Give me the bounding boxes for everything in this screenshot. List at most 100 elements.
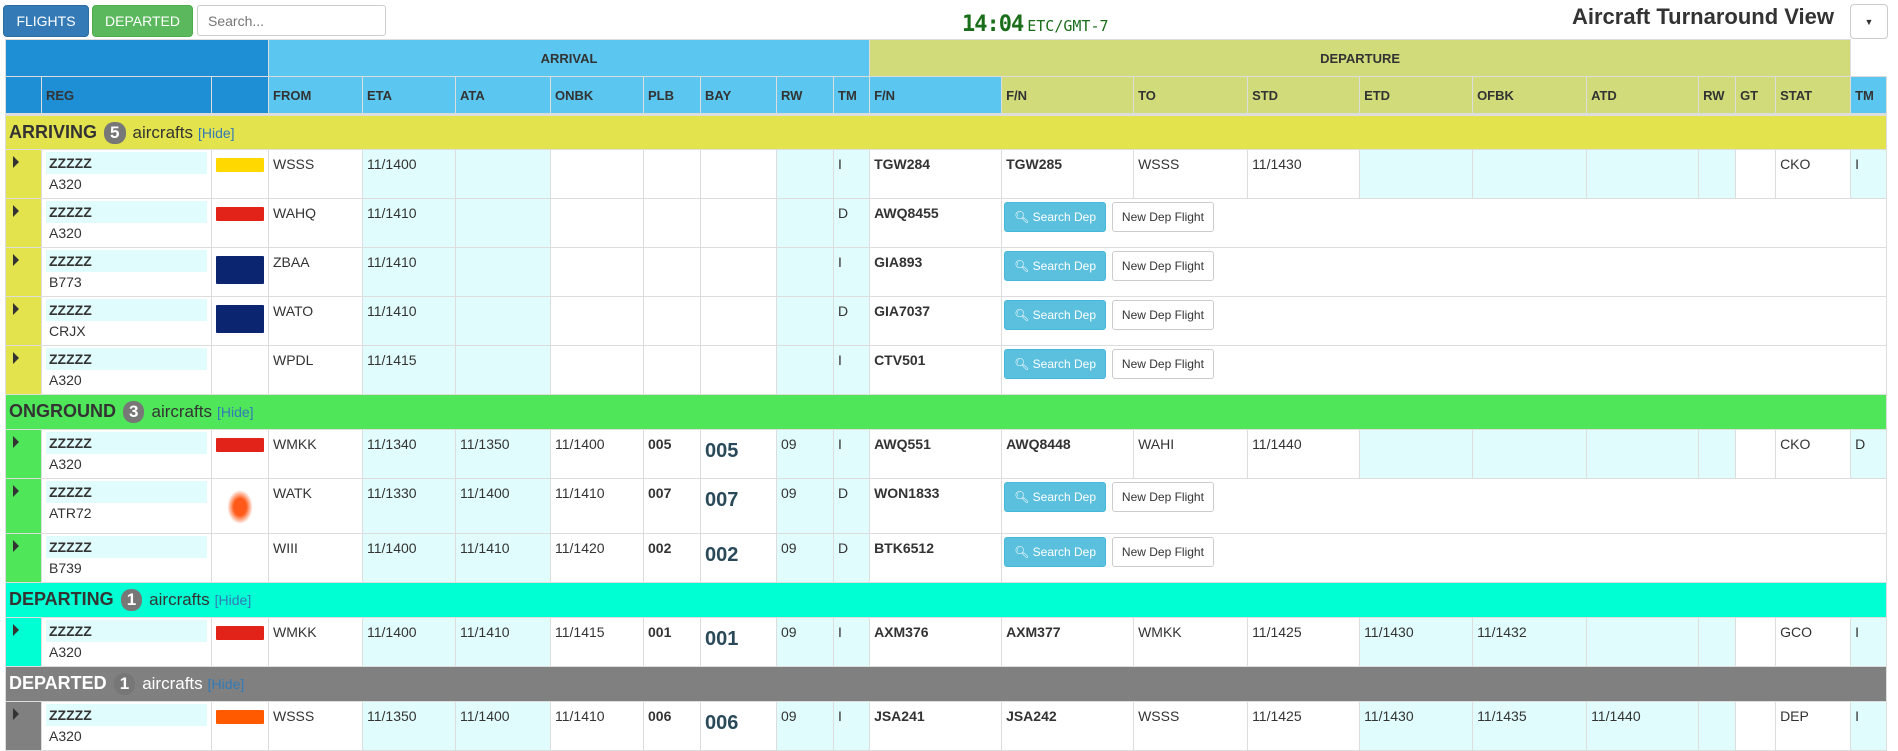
column-header[interactable]: ETD: [1359, 76, 1474, 116]
cell-text: WSSS: [273, 156, 315, 172]
bay-value: 001: [705, 628, 739, 650]
expand-toggle[interactable]: [5, 429, 42, 479]
arr-fn-cell[interactable]: WON1833: [869, 478, 1003, 534]
search-icon: 🔍︎: [1014, 308, 1030, 322]
flight-row[interactable]: ZZZZZ A320 WPDL 11/1415 I CTV501 🔍︎ Search Dep…: [5, 345, 1888, 395]
view-dropdown-button[interactable]: ▼: [1850, 4, 1888, 39]
departed-button[interactable]: DEPARTED: [92, 5, 193, 37]
arr-fn-cell[interactable]: TGW284: [869, 149, 1003, 199]
tm-cell: D: [832, 533, 871, 583]
flight-row[interactable]: ZZZZZ A320 WSSS 11/1400 I TGW284 TGW285 WSSS 11/…: [5, 149, 1888, 199]
column-header[interactable]: RW: [1698, 76, 1737, 116]
flight-row[interactable]: ZZZZZ ATR72 WATK 11/1330 11/1400 11/1410 007 00…: [5, 478, 1888, 534]
hide-group-link[interactable]: [Hide]: [208, 676, 245, 692]
column-header[interactable]: F/N: [1001, 76, 1135, 116]
std-cell: 11/1430: [1247, 149, 1361, 199]
arr-fn-cell[interactable]: GIA893: [869, 247, 1003, 297]
new-dep-flight-button[interactable]: New Dep Flight: [1111, 482, 1214, 512]
tm-cell: D: [832, 198, 871, 248]
column-header[interactable]: STD: [1247, 76, 1361, 116]
new-dep-flight-button[interactable]: New Dep Flight: [1111, 300, 1214, 330]
expand-toggle[interactable]: [5, 198, 42, 248]
column-header[interactable]: F/N: [869, 76, 1003, 116]
bay-value: 006: [705, 712, 739, 734]
flight-row[interactable]: ZZZZZ A320 WAHQ 11/1410 D AWQ8455 🔍︎ Search De…: [5, 198, 1888, 248]
expand-toggle[interactable]: [5, 296, 42, 346]
search-dep-button[interactable]: 🔍︎ Search Dep: [1004, 349, 1107, 379]
column-header[interactable]: ONBK: [550, 76, 644, 116]
column-header[interactable]: TM: [1850, 76, 1888, 116]
expand-toggle[interactable]: [5, 247, 42, 297]
column-header[interactable]: BAY: [700, 76, 777, 116]
cell-text: D: [838, 303, 849, 319]
column-header[interactable]: ETA: [362, 76, 456, 116]
dep-fn-cell[interactable]: JSA242: [1001, 701, 1135, 751]
dep-fn-cell[interactable]: TGW285: [1001, 149, 1135, 199]
column-header[interactable]: [211, 76, 269, 116]
column-header[interactable]: [5, 76, 42, 116]
arr-fn-cell[interactable]: AWQ8455: [869, 198, 1003, 248]
flight-row[interactable]: ZZZZZ B773 ZBAA 11/1410 I GIA893 🔍︎ Search Dep…: [5, 247, 1888, 297]
onbk-cell: [550, 296, 644, 346]
arr-fn-cell[interactable]: JSA241: [869, 701, 1003, 751]
hide-group-link[interactable]: [Hide]: [217, 404, 254, 420]
search-icon: 🔍︎: [1014, 357, 1030, 371]
search-dep-button[interactable]: 🔍︎ Search Dep: [1004, 537, 1107, 567]
bay-cell: 007: [700, 478, 777, 534]
new-dep-flight-button[interactable]: New Dep Flight: [1111, 349, 1214, 379]
flight-row[interactable]: ZZZZZ A320 WSSS 11/1350 11/1400 11/1410 006 006…: [5, 701, 1888, 751]
new-dep-flight-button[interactable]: New Dep Flight: [1111, 251, 1214, 281]
expand-toggle[interactable]: [5, 478, 42, 534]
arr-fn-cell[interactable]: BTK6512: [869, 533, 1003, 583]
flight-row[interactable]: ZZZZZ B739 WIII 11/1400 11/1410 11/1420 002 002…: [5, 533, 1888, 583]
cell-text: ZBAA: [273, 254, 310, 270]
expand-toggle[interactable]: [5, 617, 42, 667]
citilink-logo: [216, 354, 264, 368]
rw-cell: [776, 296, 834, 346]
dep-tm-cell: I: [1850, 701, 1888, 751]
column-header[interactable]: RW: [776, 76, 834, 116]
column-header[interactable]: OFBK: [1472, 76, 1588, 116]
cell-text: D: [838, 485, 849, 501]
aircraft-type: A320: [49, 372, 82, 388]
flight-row[interactable]: ZZZZZ A320 WMKK 11/1340 11/1350 11/1400 005 005…: [5, 429, 1888, 479]
expand-toggle[interactable]: [5, 533, 42, 583]
flight-row[interactable]: ZZZZZ CRJX WATO 11/1410 D GIA7037 🔍︎ Search De…: [5, 296, 1888, 346]
gt-cell: [1735, 701, 1777, 751]
arr-fn-cell[interactable]: GIA7037: [869, 296, 1003, 346]
expand-toggle[interactable]: [5, 701, 42, 751]
tm-cell: I: [832, 345, 871, 395]
page-title: Aircraft Turnaround View: [1571, 4, 1834, 29]
column-header[interactable]: TO: [1133, 76, 1249, 116]
search-input[interactable]: [197, 5, 386, 36]
search-dep-button[interactable]: 🔍︎ Search Dep: [1004, 300, 1107, 330]
search-dep-button[interactable]: 🔍︎ Search Dep: [1004, 251, 1107, 281]
reg-cell: ZZZZZ CRJX: [41, 296, 212, 346]
new-dep-flight-button[interactable]: New Dep Flight: [1111, 202, 1214, 232]
arr-fn-cell[interactable]: AWQ551: [869, 429, 1003, 479]
expand-toggle[interactable]: [5, 149, 42, 199]
column-header[interactable]: REG: [41, 76, 212, 116]
reg-cell: ZZZZZ A320: [41, 198, 212, 248]
column-header[interactable]: FROM: [268, 76, 363, 116]
search-dep-button[interactable]: 🔍︎ Search Dep: [1004, 482, 1107, 512]
expand-toggle[interactable]: [5, 345, 42, 395]
new-dep-flight-button[interactable]: New Dep Flight: [1111, 537, 1214, 567]
cell-text: 11/1400: [460, 708, 510, 724]
dep-fn-cell[interactable]: AXM377: [1001, 617, 1135, 667]
column-header[interactable]: GT: [1735, 76, 1777, 116]
flight-row[interactable]: ZZZZZ A320 WMKK 11/1400 11/1410 11/1415 001 001…: [5, 617, 1888, 667]
column-header[interactable]: ATA: [455, 76, 551, 116]
hide-group-link[interactable]: [Hide]: [198, 125, 235, 141]
column-header[interactable]: STAT: [1775, 76, 1852, 116]
column-header[interactable]: ATD: [1586, 76, 1700, 116]
arr-fn-cell[interactable]: CTV501: [869, 345, 1003, 395]
column-header[interactable]: PLB: [643, 76, 701, 116]
dep-fn-cell[interactable]: AWQ8448: [1001, 429, 1135, 479]
column-header[interactable]: TM: [832, 76, 871, 116]
flights-button[interactable]: FLIGHTS: [3, 5, 89, 37]
rw-cell: [776, 345, 834, 395]
search-dep-button[interactable]: 🔍︎ Search Dep: [1004, 202, 1107, 232]
arr-fn-cell[interactable]: AXM376: [869, 617, 1003, 667]
hide-group-link[interactable]: [Hide]: [215, 592, 252, 608]
